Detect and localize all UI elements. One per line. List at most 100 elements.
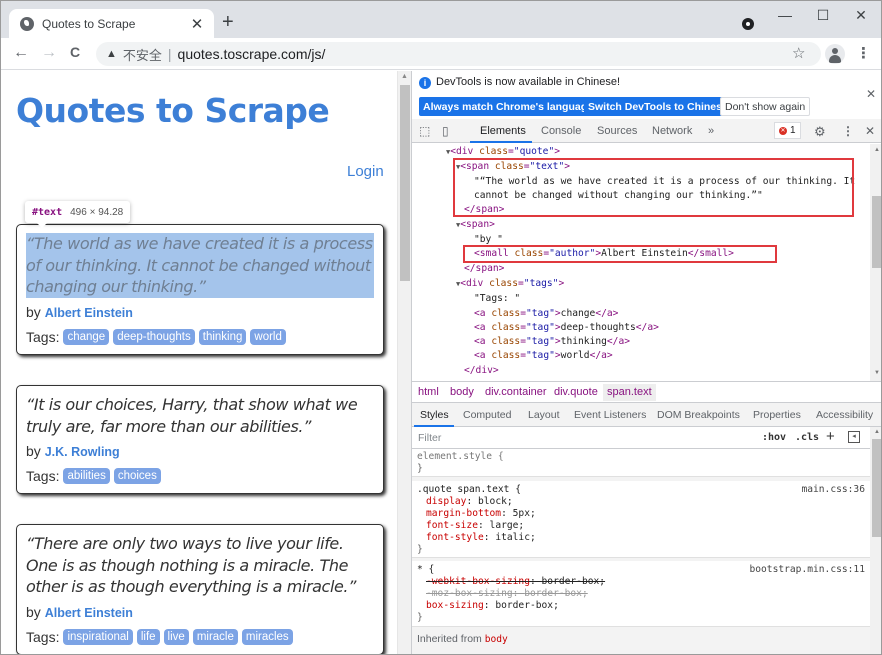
warning-icon[interactable]: ▲ bbox=[106, 48, 117, 60]
breadcrumb-div-container[interactable]: div.container bbox=[485, 386, 547, 398]
breadcrumb-html[interactable]: html bbox=[418, 386, 439, 398]
tag-link[interactable]: inspirational bbox=[63, 628, 133, 645]
inspect-tooltip: #text 496 × 94.28 bbox=[25, 201, 131, 228]
error-count-badge[interactable]: ✕ 1 bbox=[774, 122, 801, 139]
dom-node-a-tag[interactable]: <a class="tag">change</a> bbox=[474, 307, 618, 321]
rule-source-link[interactable]: main.css:36 bbox=[801, 484, 865, 497]
quote-card: “There are only two ways to live your li… bbox=[16, 524, 384, 654]
inherited-from-link[interactable]: body bbox=[485, 634, 508, 645]
profile-avatar-icon[interactable] bbox=[825, 44, 845, 64]
inspect-element-icon[interactable]: ⬚ bbox=[419, 124, 430, 138]
tab-close-icon[interactable]: ✕ bbox=[186, 15, 208, 33]
settings-gear-icon[interactable]: ⚙ bbox=[814, 124, 826, 140]
tab-dom-breakpoints[interactable]: DOM Breakpoints bbox=[657, 409, 740, 421]
rule-selector[interactable]: * { bbox=[417, 564, 434, 577]
always-match-language-button[interactable]: Always match Chrome's language bbox=[419, 97, 597, 116]
minimize-button[interactable]: — bbox=[773, 7, 797, 23]
dom-tree-scrollbar[interactable]: ▲ ▼ bbox=[870, 144, 881, 381]
more-tabs-button[interactable]: » bbox=[708, 125, 714, 137]
tab-console[interactable]: Console bbox=[541, 125, 581, 137]
tag-link[interactable]: miracle bbox=[192, 628, 238, 645]
breadcrumb-body[interactable]: body bbox=[450, 386, 474, 398]
hov-toggle[interactable]: :hov bbox=[762, 432, 786, 443]
scroll-up-arrow-icon[interactable]: ▲ bbox=[401, 73, 408, 80]
page-scrollbar-thumb[interactable] bbox=[400, 85, 410, 281]
cls-toggle[interactable]: .cls bbox=[795, 432, 819, 443]
close-window-button[interactable]: ✕ bbox=[849, 7, 873, 24]
browser-menu-icon[interactable]: ⋮ bbox=[856, 44, 871, 62]
security-label[interactable]: 不安全 bbox=[123, 45, 162, 64]
style-declaration[interactable]: box-sizing: border-box; bbox=[426, 600, 559, 613]
reload-button[interactable]: C bbox=[65, 44, 85, 60]
breadcrumb-div-quote[interactable]: div.quote bbox=[554, 386, 598, 398]
tag-link[interactable]: change bbox=[63, 328, 110, 345]
styles-scrollbar-thumb[interactable] bbox=[872, 439, 881, 537]
tab-layout[interactable]: Layout bbox=[528, 409, 560, 421]
tag-link[interactable]: world bbox=[250, 328, 286, 345]
dom-close-span[interactable]: </span> bbox=[464, 262, 504, 276]
dom-close-div[interactable]: </div> bbox=[464, 364, 499, 378]
tab-computed[interactable]: Computed bbox=[463, 409, 511, 421]
switch-to-chinese-button[interactable]: Switch DevTools to Chinese bbox=[584, 97, 732, 116]
dom-node-a-tag[interactable]: <a class="tag">world</a> bbox=[474, 349, 613, 363]
browser-tab[interactable]: Quotes to Scrape ✕ bbox=[9, 9, 214, 38]
tab-styles[interactable]: Styles bbox=[420, 409, 449, 421]
tag-link[interactable]: abilities bbox=[63, 468, 110, 485]
page-scrollbar[interactable]: ▲ bbox=[397, 71, 411, 654]
tab-network[interactable]: Network bbox=[652, 125, 692, 137]
style-declaration[interactable]: margin-bottom: 5px; bbox=[426, 508, 536, 521]
tab-event-listeners[interactable]: Event Listeners bbox=[574, 409, 646, 421]
style-declaration-overridden[interactable]: -webkit-box-sizing: border-box; bbox=[426, 576, 605, 589]
dom-node-span[interactable]: ▼<span> bbox=[456, 218, 495, 232]
breadcrumb-span-text[interactable]: span.text bbox=[603, 384, 656, 401]
rule-selector[interactable]: element.style { bbox=[417, 451, 504, 464]
style-declaration[interactable]: font-size: large; bbox=[426, 520, 524, 533]
tag-link[interactable]: thinking bbox=[198, 328, 247, 345]
bookmark-star-icon[interactable]: ☆ bbox=[792, 44, 805, 62]
dom-node-div-tags[interactable]: ▼<div class="tags"> bbox=[456, 277, 564, 291]
devtools-menu-icon[interactable]: ⋮ bbox=[842, 124, 854, 138]
rule-selector[interactable]: .quote span.text { bbox=[417, 484, 521, 497]
address-bar[interactable]: ▲ 不安全 | quotes.toscrape.com/js/ bbox=[96, 42, 821, 66]
dom-node-a-tag[interactable]: <a class="tag">deep-thoughts</a> bbox=[474, 321, 659, 335]
url-text[interactable]: quotes.toscrape.com/js/ bbox=[178, 46, 326, 62]
dom-tree-scrollbar-thumb[interactable] bbox=[872, 196, 881, 268]
dom-node-a-tag[interactable]: <a class="tag">thinking</a> bbox=[474, 335, 630, 349]
style-declaration[interactable]: display: block; bbox=[426, 496, 513, 509]
scroll-up-arrow-icon[interactable]: ▲ bbox=[874, 429, 880, 435]
tab-elements[interactable]: Elements bbox=[480, 125, 526, 137]
tag-link[interactable]: choices bbox=[113, 468, 161, 485]
tab-properties[interactable]: Properties bbox=[753, 409, 801, 421]
new-tab-button[interactable]: + bbox=[222, 12, 234, 32]
rule-source-link[interactable]: bootstrap.min.css:11 bbox=[749, 564, 865, 577]
toggle-sidebar-icon[interactable]: ◂ bbox=[848, 431, 860, 443]
dont-show-again-button[interactable]: Don't show again bbox=[720, 97, 811, 116]
device-toolbar-icon[interactable]: ▯ bbox=[442, 124, 449, 138]
login-link[interactable]: Login bbox=[347, 163, 384, 180]
infobar-close-icon[interactable]: ✕ bbox=[866, 87, 876, 101]
style-declaration[interactable]: font-style: italic; bbox=[426, 532, 536, 545]
new-style-rule-button[interactable]: + bbox=[826, 428, 835, 445]
scroll-up-arrow-icon[interactable]: ▲ bbox=[874, 147, 880, 153]
tab-accessibility[interactable]: Accessibility bbox=[816, 409, 873, 421]
tag-link[interactable]: life bbox=[136, 628, 160, 645]
style-declaration-overridden[interactable]: -moz-box-sizing: border-box; bbox=[426, 588, 588, 601]
styles-filter-input[interactable]: Filter bbox=[418, 432, 441, 444]
error-count: 1 bbox=[790, 125, 796, 136]
tag-link[interactable]: deep-thoughts bbox=[113, 328, 195, 345]
extension-icon[interactable] bbox=[742, 18, 754, 30]
maximize-button[interactable]: ☐ bbox=[811, 7, 835, 24]
styles-scrollbar[interactable]: ▲ bbox=[870, 427, 881, 654]
site-title[interactable]: Quotes to Scrape bbox=[16, 91, 330, 130]
styles-filter-bar: Filter :hov .cls + ◂ bbox=[412, 427, 870, 449]
tag-link[interactable]: live bbox=[163, 628, 189, 645]
back-button[interactable]: ← bbox=[11, 44, 31, 62]
forward-button[interactable]: → bbox=[39, 44, 59, 62]
tab-sources[interactable]: Sources bbox=[597, 125, 637, 137]
scroll-down-arrow-icon[interactable]: ▼ bbox=[874, 370, 880, 376]
devtools-close-icon[interactable]: ✕ bbox=[865, 124, 875, 138]
dom-node-div-quote[interactable]: ▼<div class="quote"> bbox=[446, 145, 560, 159]
tag-link[interactable]: miracles bbox=[241, 628, 293, 645]
dom-text-tags[interactable]: "Tags: " bbox=[474, 292, 520, 306]
tags-label: Tags: bbox=[26, 328, 60, 345]
